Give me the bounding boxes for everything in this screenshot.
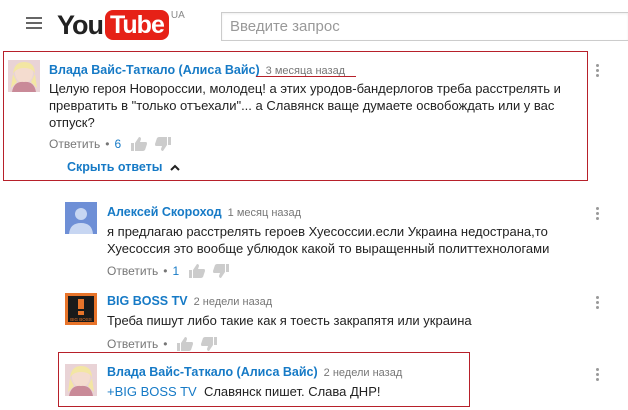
comment-header: Влада Вайс-Таткало (Алиса Вайс) 3 месяца … (49, 63, 345, 77)
search-input[interactable] (222, 13, 628, 40)
more-vert-icon[interactable] (594, 296, 600, 312)
reply-author[interactable]: Влада Вайс-Таткало (Алиса Вайс) (107, 365, 318, 379)
comment-text: Целую героя Новороссии, молодец! а этих … (49, 81, 561, 130)
more-vert-icon[interactable] (594, 368, 600, 384)
logo-tube-text: Tube (105, 10, 169, 40)
search-box (221, 12, 628, 41)
reply-header: BIG BOSS TV 2 недели назад (107, 294, 272, 308)
more-vert-icon[interactable] (594, 207, 600, 223)
thumb-down-icon[interactable] (213, 264, 230, 278)
reply-header: Алексей Скороход 1 месяц назад (107, 205, 301, 219)
reply-text: я предлагаю расстрелять героев Хуесоссии… (107, 224, 550, 256)
reply-button[interactable]: Ответить (107, 337, 158, 351)
mention-link[interactable]: +BIG BOSS TV (107, 384, 197, 399)
thumb-down-icon[interactable] (200, 337, 217, 351)
thumb-up-icon[interactable] (176, 337, 193, 351)
hide-replies-label: Скрыть ответы (67, 160, 163, 174)
youtube-logo[interactable]: You Tube UA (57, 8, 185, 42)
avatar[interactable] (65, 202, 97, 234)
more-vert-icon[interactable] (594, 64, 600, 80)
separator-dot: • (105, 137, 110, 151)
thumb-up-icon[interactable] (131, 137, 148, 151)
masthead: You Tube UA (0, 0, 628, 48)
like-count: 1 (172, 264, 180, 278)
region-label: UA (170, 10, 185, 21)
reply-timestamp[interactable]: 1 месяц назад (228, 207, 301, 219)
avatar-logo-text: BIG BOSS (70, 317, 92, 322)
separator-dot: • (163, 337, 168, 351)
avatar[interactable] (8, 60, 40, 92)
reply-button[interactable]: Ответить (49, 137, 100, 151)
reply-text: Славянск пишет. Слава ДНР! (203, 384, 381, 399)
reply-actions: Ответить • (107, 337, 225, 351)
separator-dot: • (163, 264, 168, 278)
thumb-up-icon[interactable] (189, 264, 206, 278)
reply-text: Треба пишут либо такие как я тоесть закр… (107, 313, 472, 328)
logo-you-text: You (57, 9, 104, 40)
reply-timestamp[interactable]: 2 недели назад (194, 296, 273, 308)
reply-timestamp[interactable]: 2 недели назад (324, 367, 403, 379)
menu-icon[interactable] (26, 17, 42, 29)
avatar[interactable]: BIG BOSS (65, 293, 97, 325)
like-count: 6 (114, 137, 122, 151)
reply-header: Влада Вайс-Таткало (Алиса Вайс) 2 недели … (107, 365, 402, 379)
reply-author[interactable]: Алексей Скороход (107, 205, 222, 219)
thumb-down-icon[interactable] (155, 137, 172, 151)
reply-author[interactable]: BIG BOSS TV (107, 294, 188, 308)
reply-button[interactable]: Ответить (107, 264, 158, 278)
reply-text-line: +BIG BOSS TV Славянск пишет. Слава ДНР! (107, 383, 457, 400)
comment-author[interactable]: Влада Вайс-Таткало (Алиса Вайс) (49, 63, 260, 77)
comment-actions: Ответить • 6 (49, 137, 179, 151)
hide-replies-button[interactable]: Скрыть ответы (67, 160, 180, 174)
timestamp-underline (256, 76, 356, 77)
reply-actions: Ответить • 1 (107, 264, 237, 278)
chevron-up-icon (170, 164, 180, 171)
avatar[interactable] (65, 364, 97, 396)
